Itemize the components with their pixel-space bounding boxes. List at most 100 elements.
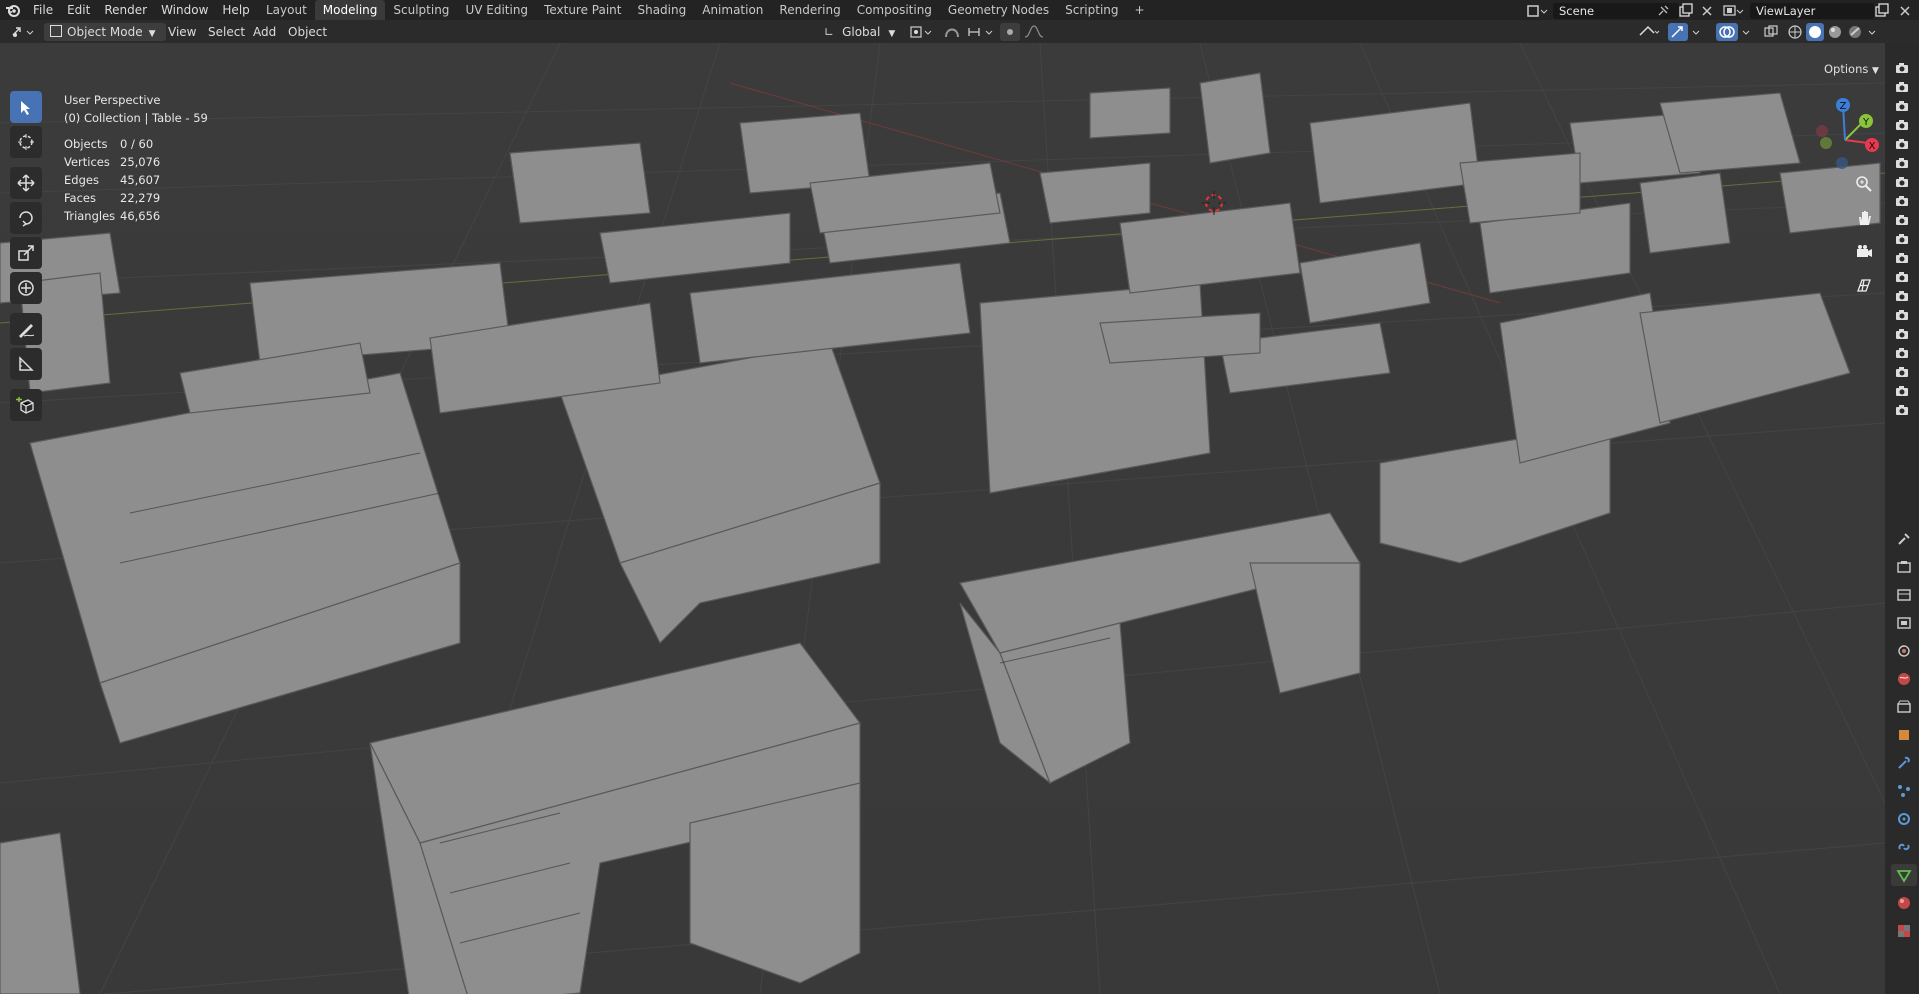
- tab-animation[interactable]: Animation: [694, 0, 771, 20]
- render-camera-icon[interactable]: [1895, 176, 1909, 188]
- material-shading-icon[interactable]: [1826, 23, 1844, 41]
- new-scene-icon[interactable]: [1678, 3, 1694, 19]
- tab-uv-editing[interactable]: UV Editing: [457, 0, 536, 20]
- visibility-icon[interactable]: [1636, 23, 1660, 41]
- render-camera-icon[interactable]: [1895, 157, 1909, 169]
- render-camera-icon[interactable]: [1895, 290, 1909, 302]
- constraints-properties-icon[interactable]: [1891, 836, 1917, 858]
- output-properties-icon[interactable]: [1891, 584, 1917, 606]
- blender-logo-icon[interactable]: [0, 0, 26, 20]
- render-camera-icon[interactable]: [1895, 119, 1909, 131]
- tool-settings-icon[interactable]: [1891, 528, 1917, 550]
- xray-toggle-icon[interactable]: [1762, 23, 1780, 41]
- falloff-icon[interactable]: [1022, 23, 1046, 41]
- render-camera-icon[interactable]: [1895, 385, 1909, 397]
- render-camera-icon[interactable]: [1895, 214, 1909, 226]
- add-cube-icon[interactable]: [10, 389, 42, 421]
- delete-scene-icon[interactable]: [1700, 4, 1714, 18]
- mode-dropdown[interactable]: Object Mode ▼: [44, 23, 166, 41]
- editor-type-icon[interactable]: [10, 23, 38, 41]
- tab-rendering[interactable]: Rendering: [771, 0, 848, 20]
- transform-icon[interactable]: [10, 272, 42, 304]
- options-dropdown[interactable]: Options ▼: [1816, 60, 1887, 78]
- tab-texture-paint[interactable]: Texture Paint: [536, 0, 629, 20]
- move-icon[interactable]: [10, 167, 42, 199]
- scale-icon[interactable]: [10, 237, 42, 269]
- rotate-icon[interactable]: [10, 202, 42, 234]
- tab-shading[interactable]: Shading: [629, 0, 694, 20]
- cursor-icon[interactable]: [10, 126, 42, 158]
- render-properties-icon[interactable]: [1891, 556, 1917, 578]
- camera-view-icon[interactable]: [1850, 238, 1878, 266]
- render-camera-icon[interactable]: [1895, 309, 1909, 321]
- chevron-down-icon: ▼: [888, 29, 896, 39]
- render-camera-icon[interactable]: [1895, 195, 1909, 207]
- overlays-toggle-icon[interactable]: [1716, 23, 1738, 41]
- tab-scripting[interactable]: Scripting: [1057, 0, 1126, 20]
- proportional-edit-icon[interactable]: [1000, 23, 1020, 41]
- menu-select[interactable]: Select: [208, 23, 245, 41]
- menu-edit[interactable]: Edit: [60, 0, 97, 20]
- gizmo-toggle-icon[interactable]: [1668, 23, 1688, 41]
- render-camera-icon[interactable]: [1895, 347, 1909, 359]
- menu-view[interactable]: View: [168, 23, 196, 41]
- render-camera-icon[interactable]: [1895, 252, 1909, 264]
- shading-options-icon[interactable]: [1866, 23, 1880, 41]
- snap-toggle-icon[interactable]: [942, 23, 964, 41]
- view-layer-properties-icon[interactable]: [1891, 612, 1917, 634]
- scene-properties-icon[interactable]: [1891, 640, 1917, 662]
- measure-icon[interactable]: [10, 348, 42, 380]
- render-camera-icon[interactable]: [1895, 100, 1909, 112]
- overlays-options-icon[interactable]: [1740, 23, 1754, 41]
- new-view-layer-icon[interactable]: [1874, 3, 1890, 19]
- snap-target-icon[interactable]: [966, 23, 1000, 41]
- render-camera-icon[interactable]: [1895, 404, 1909, 416]
- render-camera-icon[interactable]: [1895, 328, 1909, 340]
- menu-window[interactable]: Window: [154, 0, 215, 20]
- object-properties-icon[interactable]: [1891, 724, 1917, 746]
- rendered-shading-icon[interactable]: [1846, 23, 1864, 41]
- world-properties-icon[interactable]: [1891, 668, 1917, 690]
- scene-icon[interactable]: [1526, 4, 1548, 18]
- pivot-point-icon[interactable]: [908, 23, 936, 41]
- wireframe-shading-icon[interactable]: [1786, 23, 1804, 41]
- ortho-grid-icon[interactable]: [1850, 272, 1878, 300]
- render-camera-icon[interactable]: [1895, 233, 1909, 245]
- data-properties-icon[interactable]: [1891, 864, 1917, 886]
- physics-properties-icon[interactable]: [1891, 808, 1917, 830]
- render-camera-icon[interactable]: [1895, 366, 1909, 378]
- solid-shading-icon[interactable]: [1806, 23, 1824, 41]
- menu-help[interactable]: Help: [215, 0, 256, 20]
- menu-render[interactable]: Render: [97, 0, 154, 20]
- gizmo-options-icon[interactable]: [1690, 23, 1704, 41]
- render-camera-icon[interactable]: [1895, 138, 1909, 150]
- tab-compositing[interactable]: Compositing: [849, 0, 940, 20]
- render-camera-icon[interactable]: [1895, 271, 1909, 283]
- texture-properties-icon[interactable]: [1891, 920, 1917, 942]
- view-layer-icon[interactable]: [1722, 4, 1744, 18]
- stat-label: Triangles: [64, 209, 116, 223]
- material-properties-icon[interactable]: [1891, 892, 1917, 914]
- render-camera-icon[interactable]: [1895, 62, 1909, 74]
- tab-modeling[interactable]: Modeling: [314, 0, 386, 20]
- tab-sculpting[interactable]: Sculpting: [385, 0, 457, 20]
- menu-add[interactable]: Add: [253, 23, 276, 41]
- select-box-icon[interactable]: [10, 91, 42, 123]
- particles-properties-icon[interactable]: [1891, 780, 1917, 802]
- delete-view-layer-icon[interactable]: [1898, 4, 1912, 18]
- menu-object[interactable]: Object: [288, 23, 327, 41]
- tab-geometry-nodes[interactable]: Geometry Nodes: [940, 0, 1057, 20]
- view-layer-selector[interactable]: ViewLayer: [1750, 3, 1874, 19]
- zoom-icon[interactable]: [1850, 170, 1878, 198]
- orientation-dropdown[interactable]: ∟ Global ▼: [824, 23, 902, 41]
- tab-layout[interactable]: Layout: [258, 0, 315, 20]
- render-camera-icon[interactable]: [1895, 81, 1909, 93]
- modifier-properties-icon[interactable]: [1891, 752, 1917, 774]
- pin-scene-icon[interactable]: [1656, 4, 1670, 18]
- menu-file[interactable]: File: [26, 0, 60, 20]
- annotate-icon[interactable]: [10, 313, 42, 345]
- pan-hand-icon[interactable]: [1850, 204, 1878, 232]
- add-workspace-button[interactable]: +: [1127, 0, 1153, 20]
- 3d-viewport[interactable]: User Perspective (0) Collection | Table …: [0, 43, 1885, 994]
- collection-properties-icon[interactable]: [1891, 696, 1917, 718]
